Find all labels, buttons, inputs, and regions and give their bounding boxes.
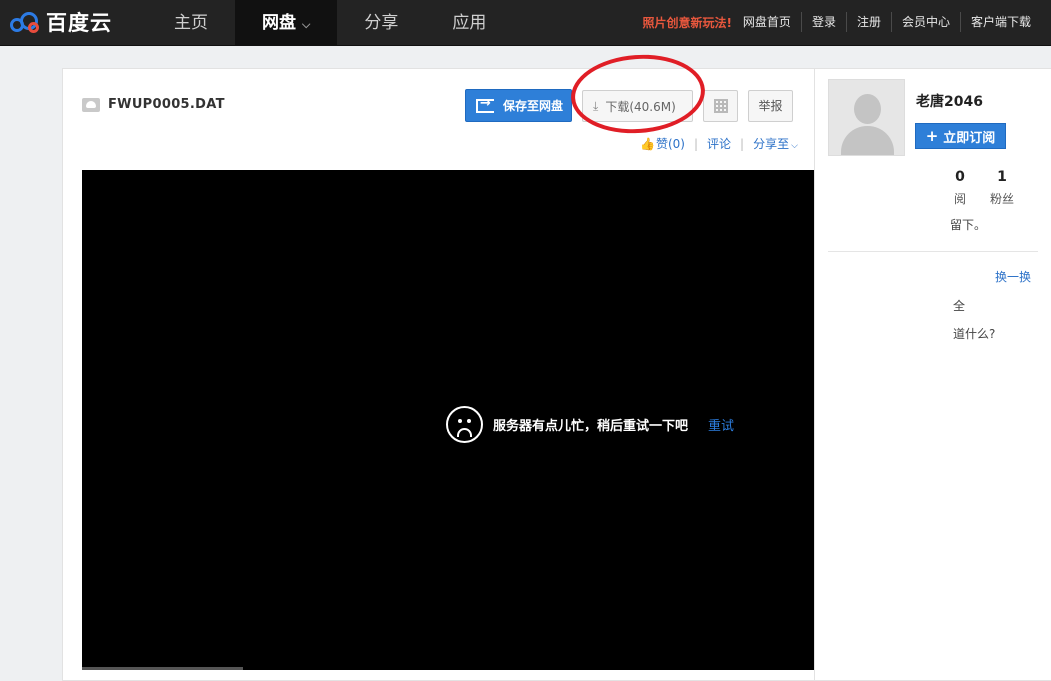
subscribe-button[interactable]: + 立即订阅 [915, 123, 1006, 149]
download-button[interactable]: ⤓ 下载(40.6M) [582, 90, 693, 122]
nav-item-home[interactable]: 主页 [147, 0, 235, 46]
nav-item-share[interactable]: 分享 [337, 0, 425, 46]
download-icon: ⤓ [593, 98, 599, 113]
divider: | [693, 136, 698, 151]
save-button-label: 保存至网盘 [503, 99, 564, 113]
retry-link[interactable]: 重试 [708, 415, 734, 434]
subscribe-label: 立即订阅 [943, 130, 996, 146]
nav-item-label: 应用 [452, 13, 487, 33]
divider: | [740, 136, 745, 151]
report-button[interactable]: 举报 [748, 90, 793, 122]
netdisk-home-link[interactable]: 网盘首页 [743, 12, 801, 32]
top-navigation-bar: 百度云 主页 网盘 ⌵ 分享 应用 照片创意新玩法! 网盘首页 登录 注册 会员中… [0, 0, 1051, 46]
player-progress-bar[interactable] [82, 667, 243, 670]
recommendation-item[interactable]: 道什么? [953, 325, 995, 342]
bio-text: 留下。 [950, 218, 987, 232]
nav-item-label: 网盘 [262, 13, 296, 33]
recommendation-item[interactable]: 全 [953, 297, 965, 314]
stat-label: 粉丝 [989, 192, 1014, 206]
chevron-down-icon: ⌵ [791, 141, 798, 151]
file-name: FWUP0005.DAT [108, 97, 225, 112]
player-error-message: 服务器有点儿忙，稍后重试一下吧 重试 [446, 406, 734, 443]
member-center-link[interactable]: 会员中心 [890, 12, 960, 32]
username[interactable]: 老唐2046 [916, 91, 983, 111]
refresh-recommendations-link[interactable]: 换一换 [995, 268, 1031, 285]
nav-item-label: 主页 [174, 13, 208, 33]
cloud-icon [82, 97, 100, 112]
top-links: 照片创意新玩法! 网盘首页 登录 注册 会员中心 客户端下载 [642, 12, 1041, 32]
promo-link[interactable]: 照片创意新玩法! [642, 14, 731, 31]
stat-followers: 1 粉丝 [986, 169, 1018, 207]
stat-number: 0 [955, 169, 965, 185]
sad-face-icon [446, 406, 483, 443]
nav-item-label: 分享 [364, 13, 399, 33]
download-button-label: 下载(40.6M) [605, 99, 676, 114]
stat-number: 1 [997, 169, 1007, 185]
uploader-sidebar: 老唐2046 + 立即订阅 0 阅 1 粉丝 留下。 换一换 全 道什么? [814, 68, 1051, 681]
share-to-link[interactable]: 分享至 ⌵ [753, 135, 798, 152]
file-share-card: FWUP0005.DAT 保存至网盘 ⤓ 下载(40.6M) 举报 👍 赞(0)… [62, 50, 953, 681]
save-to-netdisk-button[interactable]: 保存至网盘 [465, 89, 572, 122]
plus-icon: + [925, 127, 939, 145]
chevron-down-icon: ⌵ [302, 18, 311, 31]
qr-code-icon [713, 99, 728, 113]
avatar[interactable] [828, 79, 905, 156]
login-link[interactable]: 登录 [800, 12, 846, 32]
thumbs-up-icon: 👍 [640, 136, 655, 151]
cloud-logo-icon [8, 8, 44, 36]
stat-subscriptions: 0 阅 [945, 169, 975, 207]
nav-item-netdisk[interactable]: 网盘 ⌵ [235, 0, 338, 46]
save-arrow-icon [476, 96, 494, 113]
stat-label: 阅 [953, 192, 966, 206]
register-link[interactable]: 注册 [845, 12, 891, 32]
nav-item-apps[interactable]: 应用 [425, 0, 513, 46]
share-actions: 👍 赞(0) | 评论 | 分享至 ⌵ [640, 135, 798, 152]
comment-link[interactable]: 评论 [707, 135, 731, 152]
like-link[interactable]: 赞(0) [656, 135, 685, 152]
share-to-label: 分享至 [753, 137, 790, 151]
baidu-cloud-logo[interactable]: 百度云 [8, 8, 112, 36]
file-header: FWUP0005.DAT [82, 97, 225, 112]
client-download-link[interactable]: 客户端下载 [959, 12, 1041, 32]
logo-text: 百度云 [46, 11, 112, 35]
qr-code-button[interactable] [703, 90, 738, 122]
main-nav: 主页 网盘 ⌵ 分享 应用 [147, 0, 513, 46]
error-text: 服务器有点儿忙，稍后重试一下吧 [493, 419, 689, 434]
sidebar-divider [828, 251, 1038, 252]
